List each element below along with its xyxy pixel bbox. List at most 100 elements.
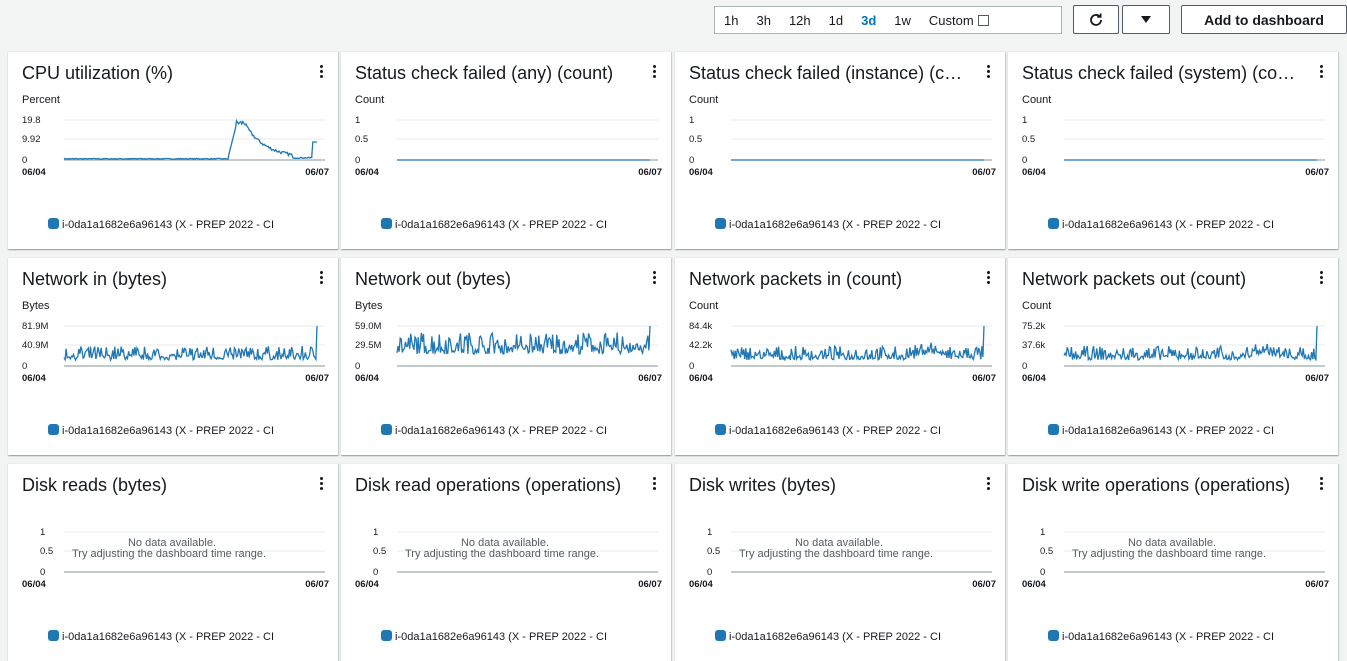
y-tick-label: 0 (355, 155, 360, 166)
y-tick-label: 9.92 (22, 134, 41, 145)
range-1d[interactable]: 1d (820, 13, 852, 28)
widget-title: Disk reads (bytes) (22, 475, 168, 495)
metric-chart: 1 0.5 006/04 06/07 (355, 115, 662, 178)
widget-menu-icon[interactable] (1318, 65, 1324, 81)
y-tick-label: 0.5 (707, 546, 720, 557)
widget-title: Status check failed (system) (co… (1022, 63, 1296, 83)
x-tick-start: 06/04 (355, 373, 379, 384)
legend-swatch (1048, 218, 1059, 229)
y-tick-label: 1 (1040, 527, 1045, 538)
y-axis-unit: Count (1022, 94, 1052, 106)
refresh-button[interactable] (1073, 5, 1119, 34)
y-tick-label: 1 (355, 115, 360, 126)
range-1w[interactable]: 1w (885, 13, 920, 28)
metric-chart: 10.5006/04 06/07No data available.Try adj… (1022, 527, 1329, 590)
legend-swatch (715, 218, 726, 229)
widget-menu-icon[interactable] (318, 477, 324, 493)
widget-menu-icon[interactable] (651, 477, 657, 493)
range-3h[interactable]: 3h (747, 13, 779, 28)
y-tick-label: 0 (689, 155, 694, 166)
metric-chart: 1 0.5 006/04 06/07 (689, 115, 996, 178)
x-tick-start: 06/04 (689, 579, 713, 590)
x-tick-start: 06/04 (1022, 167, 1046, 178)
y-tick-label: 0 (40, 567, 45, 578)
y-axis-unit: Count (355, 94, 385, 106)
widget-title: Disk writes (bytes) (689, 475, 837, 495)
x-tick-start: 06/04 (689, 167, 713, 178)
metric-widget: Disk read operations (operations) 1 0.5 0 06… (341, 463, 671, 661)
y-tick-label: 19.8 (22, 115, 41, 126)
range-custom[interactable]: Custom (920, 13, 998, 28)
x-tick-end: 06/07 (305, 167, 329, 178)
calendar-icon (977, 14, 989, 26)
legend-swatch (715, 424, 726, 435)
legend-item[interactable]: i-0da1a1682e6a96143 (X - PREP 2022 - CI (381, 218, 607, 231)
legend-item[interactable]: i-0da1a1682e6a96143 (X - PREP 2022 - CI (1048, 218, 1274, 231)
y-tick-label: 0.5 (355, 134, 368, 145)
legend-swatch (48, 630, 59, 641)
legend-item[interactable]: i-0da1a1682e6a96143 (X - PREP 2022 - CI (48, 218, 274, 231)
y-tick-label: 1 (1022, 115, 1027, 126)
metrics-grid: CPU utilization (%) Percent 19.8 9.92 0 06/04… (8, 42, 1347, 661)
x-tick-end: 06/07 (1305, 579, 1329, 590)
x-tick-end: 06/07 (972, 167, 996, 178)
range-12h[interactable]: 12h (780, 13, 820, 28)
legend-item[interactable]: i-0da1a1682e6a96143 (X - PREP 2022 - CI (48, 424, 274, 437)
x-tick-start: 06/04 (22, 373, 46, 384)
legend-item[interactable]: i-0da1a1682e6a96143 (X - PREP 2022 - CI (715, 424, 941, 437)
widget-menu-icon[interactable] (318, 65, 324, 81)
range-custom-label: Custom (928, 12, 974, 28)
widget-menu-icon[interactable] (651, 271, 657, 287)
add-to-dashboard-button[interactable]: Add to dashboard (1181, 5, 1347, 34)
widget-menu-icon[interactable] (985, 65, 991, 81)
widget-menu-icon[interactable] (318, 271, 324, 287)
legend-item[interactable]: i-0da1a1682e6a96143 (X - PREP 2022 - CI (381, 630, 607, 643)
caret-down-icon (1141, 15, 1151, 23)
legend-item[interactable]: i-0da1a1682e6a96143 (X - PREP 2022 - CI (715, 218, 941, 231)
legend-item[interactable]: i-0da1a1682e6a96143 (X - PREP 2022 - CI (715, 630, 941, 643)
x-tick-start: 06/04 (1022, 579, 1046, 590)
y-tick-label: 59.0M (355, 321, 381, 332)
y-tick-label: 0 (689, 361, 694, 372)
legend-label: i-0da1a1682e6a96143 (X - PREP 2022 - CI (1062, 425, 1274, 437)
y-tick-label: 81.9M (22, 321, 48, 332)
legend-label: i-0da1a1682e6a96143 (X - PREP 2022 - CI (729, 425, 941, 437)
y-axis-unit: Count (1022, 300, 1052, 312)
widget-menu-icon[interactable] (651, 65, 657, 81)
refresh-options-dropdown[interactable] (1122, 5, 1170, 34)
y-tick-label: 0 (373, 567, 378, 578)
metric-widget: Status check failed (any) (count) Count 1 0… (341, 51, 671, 249)
y-tick-label: 0 (22, 155, 27, 166)
widget-menu-icon[interactable] (985, 477, 991, 493)
y-tick-label: 84.4k (689, 321, 712, 332)
metric-widget: Network packets in (count) Count 84.4k 42.2… (675, 257, 1005, 455)
refresh-icon (1090, 13, 1102, 26)
series-line (63, 118, 317, 160)
y-tick-label: 0 (1040, 567, 1045, 578)
y-tick-label: 1 (689, 115, 694, 126)
metric-chart: 59.0M 29.5M 006/04 06/07 (355, 321, 662, 384)
range-3d[interactable]: 3d (852, 13, 885, 28)
widget-title: CPU utilization (%) (22, 63, 174, 83)
no-data-hint: Try adjusting the dashboard time range. (1072, 548, 1266, 560)
y-tick-label: 1 (707, 527, 712, 538)
y-axis-unit: Percent (22, 94, 60, 106)
x-tick-end: 06/07 (305, 579, 329, 590)
legend-item[interactable]: i-0da1a1682e6a96143 (X - PREP 2022 - CI (1048, 630, 1274, 643)
y-tick-label: 0 (355, 361, 360, 372)
no-data-hint: Try adjusting the dashboard time range. (739, 548, 933, 560)
widget-menu-icon[interactable] (1318, 271, 1324, 287)
legend-item[interactable]: i-0da1a1682e6a96143 (X - PREP 2022 - CI (381, 424, 607, 437)
widget-title: Network packets out (count) (1022, 269, 1247, 289)
series-line (396, 325, 651, 356)
legend-label: i-0da1a1682e6a96143 (X - PREP 2022 - CI (395, 219, 607, 231)
legend-label: i-0da1a1682e6a96143 (X - PREP 2022 - CI (1062, 631, 1274, 643)
legend-swatch (48, 218, 59, 229)
widget-menu-icon[interactable] (985, 271, 991, 287)
series-line (63, 325, 318, 362)
legend-item[interactable]: i-0da1a1682e6a96143 (X - PREP 2022 - CI (1048, 424, 1274, 437)
x-tick-start: 06/04 (1022, 373, 1046, 384)
range-1h[interactable]: 1h (715, 13, 747, 28)
widget-menu-icon[interactable] (1318, 477, 1324, 493)
legend-item[interactable]: i-0da1a1682e6a96143 (X - PREP 2022 - CI (48, 630, 274, 643)
